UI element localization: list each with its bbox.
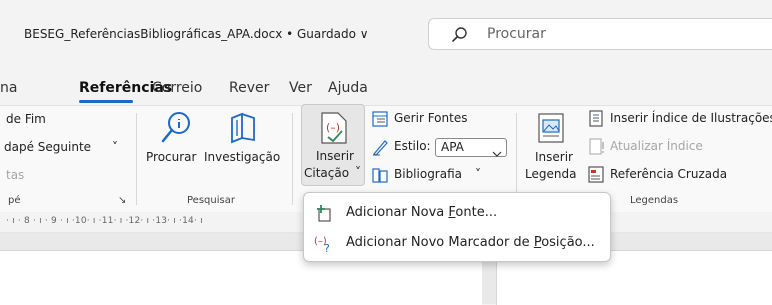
group-divider [136,113,137,205]
update-table-button: Atualizar Índice [588,138,728,158]
group-divider [292,113,293,205]
group-label-captions: Legendas [630,195,679,206]
insert-citation-button[interactable]: (–) Inserir Citação ˅ [301,104,365,186]
search-placeholder: Procurar [487,26,546,42]
footnote-end-button[interactable]: de Fim [6,112,46,126]
insert-table-of-figures-button[interactable]: Inserir Índice de Ilustrações [588,110,772,130]
insert-caption-icon [537,112,565,148]
chevron-down-icon[interactable]: ˅ [112,140,118,154]
next-footnote-button[interactable]: dapé Seguinte [4,140,91,154]
document-title[interactable]: BESEG_ReferênciasBibliográficas_APA.docx… [24,27,369,41]
research-button[interactable]: Investigação [204,110,286,180]
manage-sources-icon [372,111,388,131]
table-of-figures-icon [588,110,604,131]
insert-caption-label-1: Inserir [535,150,573,164]
dialog-launcher-icon[interactable]: ↘ [118,195,126,206]
show-notes-button: tas [6,168,25,182]
placeholder-icon: (–)? [314,233,336,257]
group-label-research: Pesquisar [187,195,235,206]
cross-reference-label: Referência Cruzada [610,167,728,181]
search-button-label: Procurar [146,150,197,164]
ruler-ticks: · ı · 8 · ı · 9 · ı ·10· ı ·11· ı ·12· ı… [6,216,203,226]
add-new-placeholder-label: Adicionar Novo Marcador de Posição... [346,235,595,250]
search-button[interactable]: Procurar [146,110,210,180]
group-label-footnotes: pé [8,195,21,206]
tab-ver[interactable]: Ver [289,80,312,96]
cross-reference-icon [588,166,604,187]
style-select[interactable]: APA [435,138,507,157]
insert-caption-label-2: Legenda [525,167,577,181]
tab-rever[interactable]: Rever [229,80,269,96]
insert-caption-button[interactable]: Inserir Legenda [523,110,581,186]
bibliography-label: Bibliografia [394,167,463,181]
active-tab-indicator [79,100,133,103]
svg-text:?: ? [324,242,330,253]
chevron-down-icon: ˅ [475,167,481,181]
add-source-icon [316,204,334,226]
insert-citation-label-1: Inserir [316,149,354,163]
update-table-label: Atualizar Índice [610,139,703,153]
add-new-source-item[interactable]: Adicionar Nova Fonte... [310,199,606,227]
manage-sources-button[interactable]: Gerir Fontes [372,110,502,130]
chevron-down-icon [492,143,502,162]
chevron-down-icon: ˅ [355,165,361,179]
insert-citation-dropdown: Adicionar Nova Fonte... (–)? Adicionar N… [303,192,611,262]
tab-partial[interactable]: na [0,80,17,96]
style-label-group: Estilo: [372,138,434,158]
insert-citation-icon: (–) [318,111,350,149]
insert-table-of-figures-label: Inserir Índice de Ilustrações [610,111,772,125]
research-icon [226,110,260,148]
style-label: Estilo: [394,139,431,153]
update-table-icon [588,138,606,159]
research-button-label: Investigação [204,150,281,164]
style-select-value: APA [441,140,464,154]
cross-reference-button[interactable]: Referência Cruzada [588,166,772,186]
style-icon [372,139,389,160]
bibliography-button[interactable]: Bibliografia ˅ [372,166,502,186]
insert-citation-label-2: Citação [304,166,350,180]
search-input[interactable]: Procurar [428,18,772,50]
add-new-placeholder-item[interactable]: (–)? Adicionar Novo Marcador de Posição.… [310,229,606,257]
search-lens-icon [158,110,194,150]
svg-text:(–): (–) [326,121,340,134]
manage-sources-label: Gerir Fontes [394,111,468,125]
tab-correio[interactable]: Correio [152,80,202,96]
search-icon [451,26,469,48]
bibliography-icon [372,167,389,188]
tab-ajuda[interactable]: Ajuda [328,80,368,96]
add-new-source-label: Adicionar Nova Fonte... [346,205,498,220]
